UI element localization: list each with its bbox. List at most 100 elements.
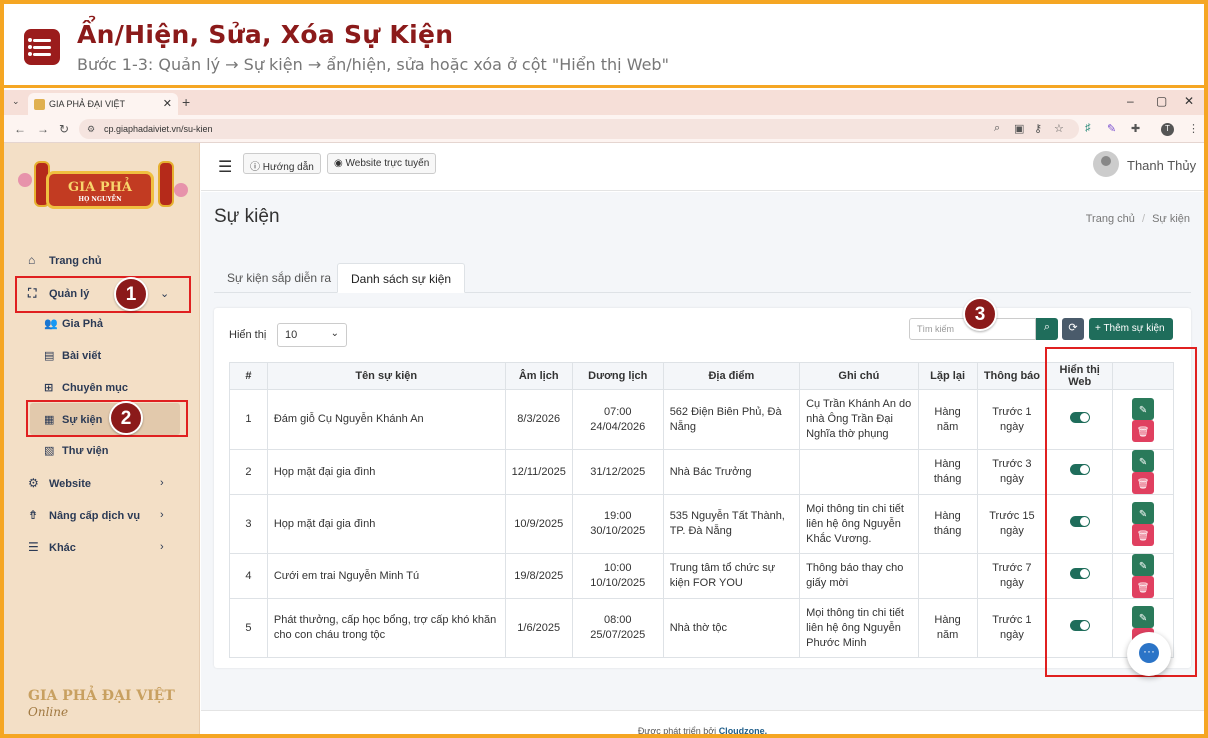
tab-upcoming-events[interactable]: Sự kiện sắp diễn ra bbox=[214, 263, 344, 293]
hamburger-icon[interactable]: ☰ bbox=[218, 157, 232, 177]
search-button[interactable]: ⌕ bbox=[1036, 318, 1058, 340]
site-info-icon[interactable]: ⚙ bbox=[87, 124, 95, 135]
table-row: 2 Họp mặt đại gia đình 12/11/2025 31/12/… bbox=[229, 449, 1174, 495]
breadcrumb-home[interactable]: Trang chủ bbox=[1086, 213, 1135, 225]
website-online-button[interactable]: ◉ Website trực tuyến bbox=[327, 153, 437, 174]
chevron-down-icon: ⌄ bbox=[330, 328, 339, 339]
tutorial-header: Ẩn/Hiện, Sửa, Xóa Sự Kiện Bước 1-3: Quản… bbox=[4, 4, 1204, 88]
sidebar-item-library[interactable]: ▧ Thư viện bbox=[44, 444, 108, 457]
highlight-box-step2 bbox=[26, 400, 188, 437]
sidebar: GIA PHẢ HỌ NGUYỄN ⌂ Trang chủ ⛶ Quản lý ⌄ … bbox=[4, 143, 200, 734]
minimize-icon[interactable]: – bbox=[1127, 94, 1134, 108]
sidebar-item-other[interactable]: ☰ Khác bbox=[28, 540, 76, 554]
browser-tab[interactable]: GIA PHẢ ĐẠI VIỆT ✕ bbox=[28, 93, 178, 115]
tutorial-subtitle: Bước 1-3: Quản lý → Sự kiện → ẩn/hiện, s… bbox=[77, 55, 669, 74]
refresh-icon: ⟳ bbox=[1068, 322, 1078, 334]
user-name[interactable]: Thanh Thủy bbox=[1127, 158, 1196, 173]
star-icon[interactable]: ☆ bbox=[1054, 122, 1064, 135]
sidebar-item-upgrade[interactable]: ⇮ Nâng cấp dịch vụ bbox=[28, 508, 140, 522]
url-text: cp.giaphadaiviet.vn/su-kien bbox=[104, 124, 213, 134]
extension-icon[interactable]: ♯ bbox=[1085, 122, 1091, 134]
list-icon: ☰ bbox=[28, 540, 39, 554]
breadcrumb-current: Sự kiện bbox=[1152, 213, 1190, 225]
pen-icon[interactable]: ✎ bbox=[1107, 122, 1116, 135]
highlight-box-web-visible bbox=[1045, 347, 1197, 677]
col-solar[interactable]: Dương lịch bbox=[571, 362, 664, 390]
events-table: # Tên sự kiện Âm lịch Dương lịch Địa điể… bbox=[229, 362, 1174, 658]
plus-icon: + bbox=[1095, 323, 1101, 334]
footer-brand-link[interactable]: Cloudzone. bbox=[719, 726, 768, 736]
tab-title: GIA PHẢ ĐẠI VIỆT bbox=[49, 99, 126, 109]
users-icon: 👥 bbox=[44, 318, 58, 330]
col-name[interactable]: Tên sự kiện bbox=[266, 362, 506, 390]
zoom-icon[interactable]: ⌕ bbox=[994, 122, 1000, 135]
list-icon bbox=[24, 29, 60, 65]
page-title: Sự kiện bbox=[214, 206, 280, 227]
menu-dots-icon[interactable]: ⋮ bbox=[1188, 122, 1199, 135]
home-icon: ⌂ bbox=[28, 253, 36, 267]
close-icon[interactable]: ✕ bbox=[163, 97, 172, 110]
sidebar-item-posts[interactable]: ▤ Bài viết bbox=[44, 349, 101, 362]
globe-icon: ◉ bbox=[334, 158, 343, 169]
sidebar-footer-brand: GIA PHẢ ĐẠI VIỆT Online bbox=[28, 688, 175, 719]
col-note[interactable]: Ghi chú bbox=[799, 362, 919, 390]
sidebar-item-home[interactable]: ⌂ Trang chủ bbox=[28, 253, 102, 267]
logo-sub: HỌ NGUYỄN bbox=[78, 196, 122, 203]
images-icon: ▧ bbox=[44, 445, 55, 457]
show-entries-select[interactable]: 10 ⌄ bbox=[277, 323, 347, 347]
breadcrumb: Trang chủ / Sự kiện bbox=[1086, 213, 1190, 225]
grid-icon: ⊞ bbox=[44, 382, 54, 394]
key-icon[interactable]: ⚷ bbox=[1034, 122, 1042, 135]
logo[interactable]: GIA PHẢ HỌ NGUYỄN bbox=[16, 153, 188, 223]
guide-button[interactable]: ⓘ Hướng dẫn bbox=[243, 153, 321, 174]
sidebar-item-categories[interactable]: ⊞ Chuyên mục bbox=[44, 381, 128, 394]
page-footer: Được phát triển bởi Cloudzone. bbox=[201, 710, 1204, 736]
col-notify[interactable]: Thông báo bbox=[976, 362, 1048, 390]
step-badge-3: 3 bbox=[963, 297, 997, 331]
tutorial-title: Ẩn/Hiện, Sửa, Xóa Sự Kiện bbox=[77, 20, 454, 49]
add-event-button[interactable]: + Thêm sự kiện bbox=[1089, 318, 1173, 340]
chevron-right-icon[interactable]: › bbox=[160, 541, 164, 553]
address-bar: ← → ↻ ⚙ cp.giaphadaiviet.vn/su-kien ⌕ ▣ … bbox=[4, 115, 1204, 143]
col-no[interactable]: # bbox=[229, 362, 268, 390]
tab-list-icon[interactable]: ⌄ bbox=[12, 96, 20, 107]
reload-icon[interactable]: ↻ bbox=[59, 122, 69, 136]
sidebar-item-family-tree[interactable]: 👥 Gia Phả bbox=[44, 317, 103, 330]
maximize-icon[interactable]: ▢ bbox=[1156, 94, 1167, 108]
screen-icon[interactable]: ▣ bbox=[1014, 122, 1024, 135]
table-header-row: # Tên sự kiện Âm lịch Dương lịch Địa điể… bbox=[229, 362, 1174, 390]
url-field[interactable]: ⚙ cp.giaphadaiviet.vn/su-kien ⌕ ▣ ⚷ ☆ bbox=[79, 119, 1079, 139]
chat-support-icon[interactable] bbox=[1127, 632, 1171, 676]
chevron-right-icon[interactable]: › bbox=[160, 509, 164, 521]
breadcrumb-separator: / bbox=[1141, 213, 1145, 225]
tab-event-list[interactable]: Danh sách sự kiện bbox=[337, 263, 466, 293]
logo-text: GIA PHẢ bbox=[68, 180, 132, 195]
browser-tabbar: ⌄ GIA PHẢ ĐẠI VIỆT ✕ + – ▢ ✕ bbox=[4, 90, 1204, 115]
table-row: 3 Họp mặt đại gia đình 10/9/2025 19:00 30… bbox=[229, 494, 1174, 554]
profile-icon[interactable]: T bbox=[1161, 123, 1174, 136]
col-place[interactable]: Địa điểm bbox=[662, 362, 801, 390]
back-icon[interactable]: ← bbox=[14, 122, 26, 136]
info-icon: ⓘ bbox=[250, 162, 260, 173]
newspaper-icon: ▤ bbox=[44, 350, 55, 362]
highlight-box-step1 bbox=[15, 276, 191, 313]
chevron-right-icon[interactable]: › bbox=[160, 477, 164, 489]
sidebar-footer-online: Online bbox=[28, 705, 69, 719]
table-row: 1 Đám giỗ Cụ Nguyễn Khánh An 8/3/2026 07… bbox=[229, 389, 1174, 450]
window-close-icon[interactable]: ✕ bbox=[1184, 94, 1194, 108]
step-badge-2: 2 bbox=[109, 401, 143, 435]
forward-icon[interactable]: → bbox=[37, 122, 49, 136]
top-navbar: ☰ ⓘ Hướng dẫn ◉ Website trực tuyến Thanh… bbox=[201, 143, 1204, 191]
event-tabs: Sự kiện sắp diễn ra Danh sách sự kiện bbox=[214, 263, 1191, 293]
puzzle-icon[interactable]: ✚ bbox=[1131, 122, 1140, 135]
col-lunar[interactable]: Âm lịch bbox=[504, 362, 573, 390]
refresh-button[interactable]: ⟳ bbox=[1062, 318, 1084, 340]
col-repeat[interactable]: Lặp lại bbox=[917, 362, 978, 390]
table-row: 4 Cưới em trai Nguyễn Minh Tú 19/8/2025 … bbox=[229, 553, 1174, 599]
new-tab-icon[interactable]: + bbox=[182, 94, 190, 110]
step-badge-1: 1 bbox=[114, 277, 148, 311]
show-entries-label: Hiển thị bbox=[229, 329, 267, 341]
avatar[interactable] bbox=[1093, 151, 1119, 177]
sidebar-item-website[interactable]: ⚙ Website bbox=[28, 476, 91, 490]
level-up-icon: ⇮ bbox=[28, 508, 39, 522]
